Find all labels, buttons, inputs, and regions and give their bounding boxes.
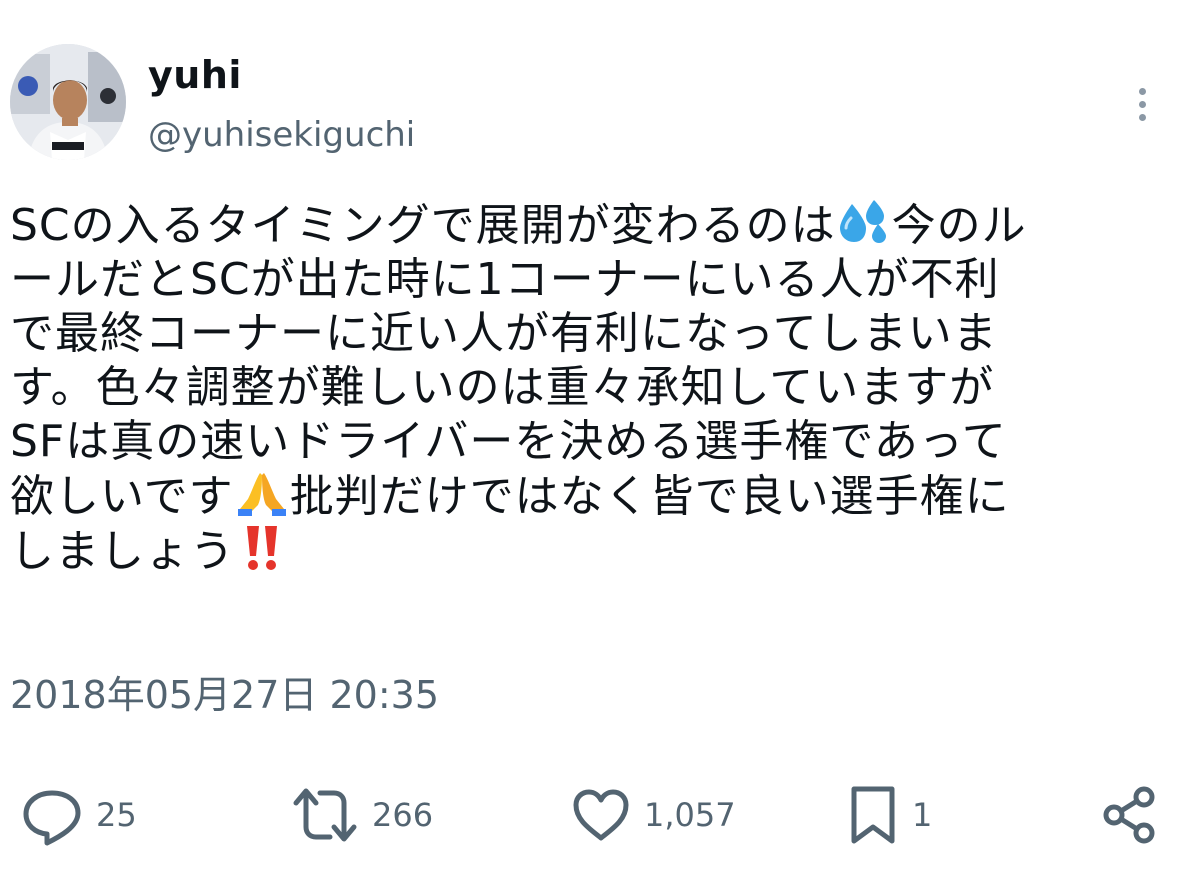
retweet-button[interactable]: 266 bbox=[290, 780, 433, 850]
retweet-icon bbox=[293, 788, 357, 842]
user-handle[interactable]: @yuhisekiguchi bbox=[148, 114, 415, 156]
tweet-line: しましょう bbox=[10, 524, 1170, 579]
double-exclamation-emoji bbox=[247, 526, 277, 570]
like-count: 1,057 bbox=[644, 796, 736, 834]
more-options-button[interactable] bbox=[1122, 82, 1162, 126]
tweet-line: SFは真の速いドライバーを決める選手権であって bbox=[10, 416, 1007, 467]
tweet-text-segment: 欲しいです bbox=[10, 471, 234, 522]
tweet-timestamp[interactable]: 2018年05月27日 20:35 bbox=[10, 672, 439, 718]
avatar-image bbox=[10, 44, 126, 160]
reply-button[interactable]: 25 bbox=[20, 780, 137, 850]
share-button[interactable] bbox=[1098, 780, 1162, 850]
bookmark-count: 1 bbox=[912, 796, 933, 834]
share-icon bbox=[1103, 786, 1155, 844]
tweet-text-segment: 批判だけではなく皆で良い選手権に bbox=[289, 471, 1010, 522]
display-name[interactable]: yuhi bbox=[148, 52, 242, 98]
reply-icon bbox=[23, 790, 81, 846]
tweet-text-segment: 今のル bbox=[891, 200, 1027, 251]
like-button[interactable]: 1,057 bbox=[570, 780, 736, 850]
avatar[interactable] bbox=[10, 44, 126, 160]
tweet-text: SCの入るタイミングで展開が変わるのは 今のル ールだとSCが出た時に1コーナー… bbox=[10, 198, 1170, 579]
more-vertical-icon bbox=[1138, 87, 1146, 95]
tweet-line: SCの入るタイミングで展開が変わるのは 今のル bbox=[10, 198, 1170, 253]
tweet-line: で最終コーナーに近い人が有利になってしまいま bbox=[10, 308, 998, 359]
tweet-line: 欲しいです 批判だけではなく皆で良い選手権に bbox=[10, 469, 1170, 524]
more-vertical-icon-dot bbox=[1138, 113, 1146, 121]
tweet-text-segment: しましょう bbox=[10, 526, 235, 577]
folded-hands-emoji bbox=[237, 473, 286, 516]
heart-icon bbox=[573, 789, 629, 841]
bookmark-button[interactable]: 1 bbox=[846, 780, 932, 850]
tweet-action-bar: 25 266 1,057 1 bbox=[0, 780, 1200, 850]
retweet-count: 266 bbox=[372, 796, 434, 834]
tweet-line: す。色々調整が難しいのは重々承知していますが bbox=[10, 362, 995, 413]
tweet-text-segment: SCの入るタイミングで展開が変わるのは bbox=[10, 200, 836, 251]
sweat-droplets-emoji bbox=[839, 200, 886, 243]
tweet-line: ールだとSCが出た時に1コーナーにいる人が不利 bbox=[10, 254, 1000, 305]
bookmark-icon bbox=[851, 786, 895, 844]
more-vertical-icon-dot bbox=[1138, 100, 1146, 108]
reply-count: 25 bbox=[96, 796, 137, 834]
